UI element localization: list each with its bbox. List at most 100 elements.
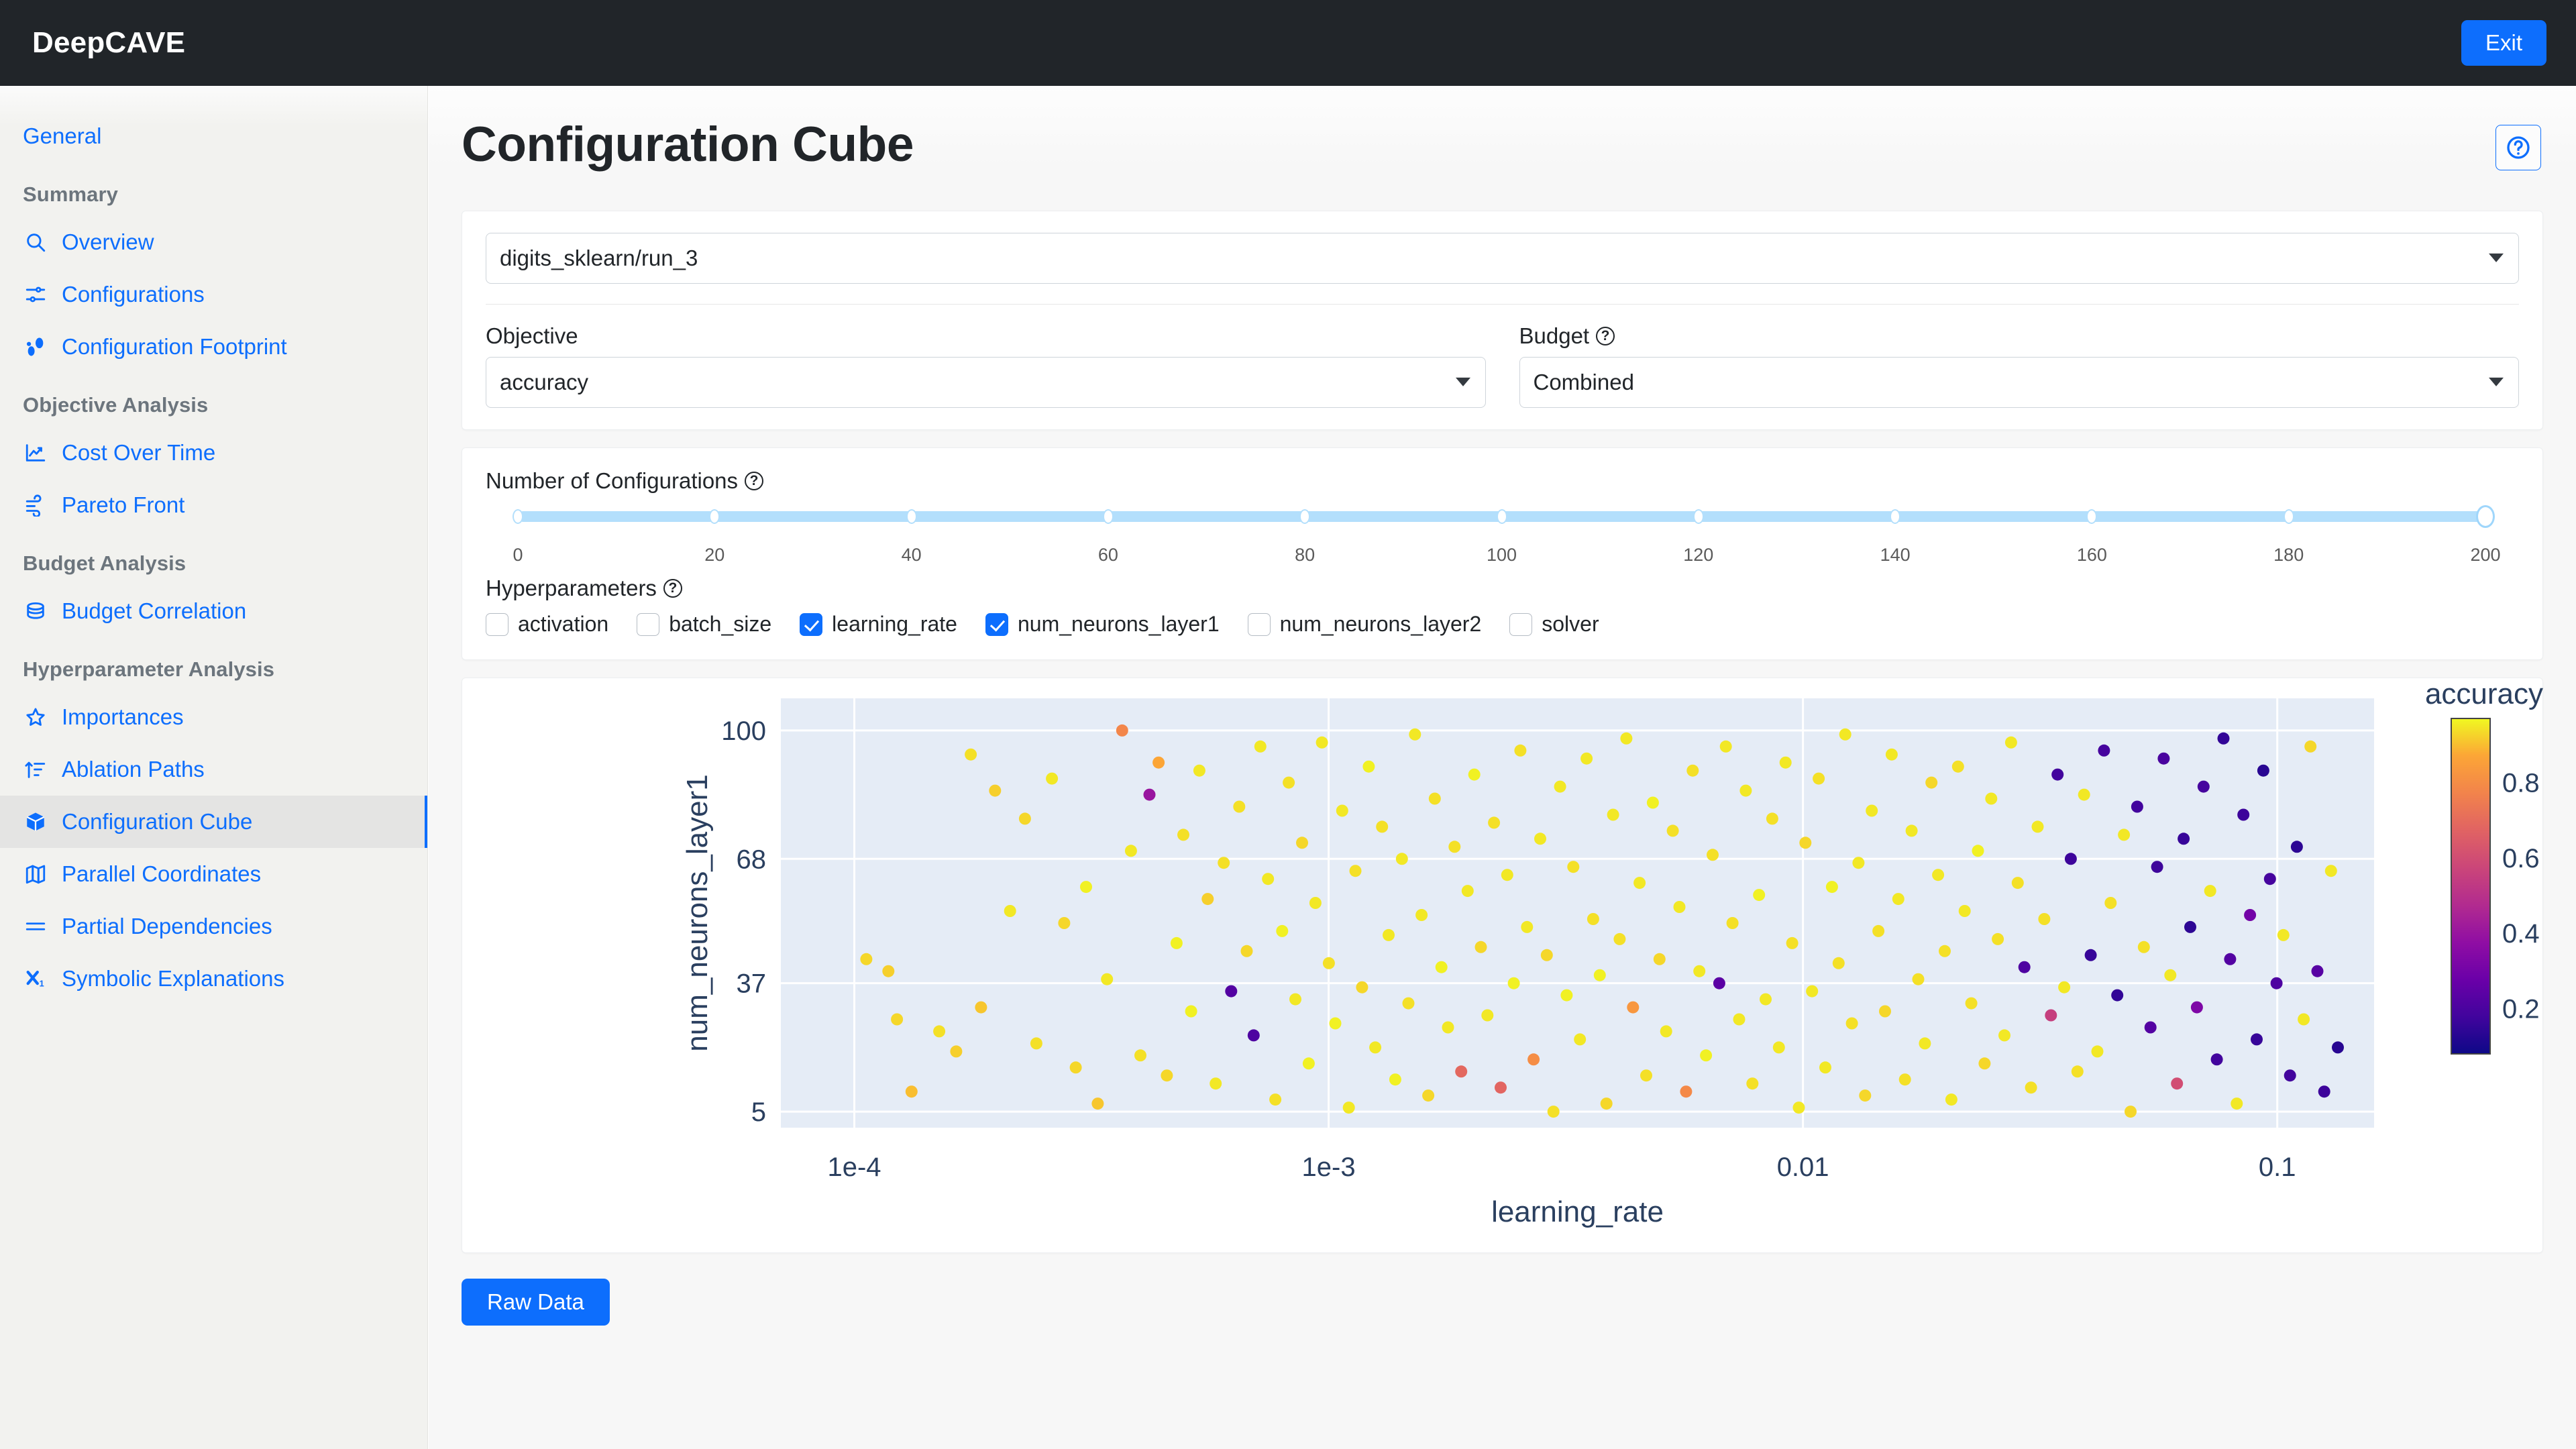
scatter-point[interactable] xyxy=(1481,1009,1494,1022)
scatter-point[interactable] xyxy=(2078,788,2090,801)
scatter-point[interactable] xyxy=(1972,845,1984,857)
scatter-point[interactable] xyxy=(1185,1005,1197,1018)
scatter-point[interactable] xyxy=(2332,1041,2344,1054)
scatter-point[interactable] xyxy=(1819,1061,1831,1074)
scatter-point[interactable] xyxy=(1336,804,1348,817)
scatter-point[interactable] xyxy=(2125,1106,2137,1118)
scatter-point[interactable] xyxy=(1978,1057,1991,1070)
scatter-point[interactable] xyxy=(1700,1049,1713,1062)
scatter-point[interactable] xyxy=(1193,764,1205,777)
scatter-point[interactable] xyxy=(2011,877,2024,890)
scatter-point[interactable] xyxy=(1733,1013,1746,1026)
scatter-point[interactable] xyxy=(2131,800,2143,813)
scatter-point[interactable] xyxy=(1362,760,1375,773)
scatter-point[interactable] xyxy=(1792,1102,1805,1114)
scatter-point[interactable] xyxy=(1389,1073,1401,1086)
sidebar-item-importances[interactable]: Importances xyxy=(0,691,427,743)
scatter-point[interactable] xyxy=(1567,861,1580,873)
scatter-point[interactable] xyxy=(1058,917,1071,929)
scatter-point[interactable] xyxy=(1322,957,1335,969)
sidebar-item-configurations[interactable]: Configurations xyxy=(0,268,427,321)
scatter-point[interactable] xyxy=(2091,1045,2104,1058)
scatter-point[interactable] xyxy=(1912,973,1925,985)
scatter-point[interactable] xyxy=(1161,1069,1173,1082)
scatter-point[interactable] xyxy=(1342,1102,1355,1114)
scatter-point[interactable] xyxy=(1540,949,1553,961)
sidebar-item-general[interactable]: General xyxy=(0,110,427,162)
scatter-point[interactable] xyxy=(2224,953,2237,965)
scatter-point[interactable] xyxy=(1276,924,1289,937)
help-hint-icon[interactable]: ? xyxy=(1596,327,1615,345)
scatter-point[interactable] xyxy=(2111,989,2124,1002)
slider-track[interactable] xyxy=(513,505,2495,528)
scatter-point[interactable] xyxy=(1839,728,1851,741)
scatter-point[interactable] xyxy=(2263,873,2276,885)
scatter-point[interactable] xyxy=(1719,740,1732,753)
scatter-point[interactable] xyxy=(1116,724,1128,737)
scatter-point[interactable] xyxy=(2290,841,2303,853)
scatter-point[interactable] xyxy=(1898,1073,1911,1086)
scatter-point[interactable] xyxy=(2244,909,2257,921)
scatter-point[interactable] xyxy=(2004,736,2017,749)
scatter-point[interactable] xyxy=(1919,1037,1931,1050)
scatter-point[interactable] xyxy=(1296,837,1308,849)
scatter-point[interactable] xyxy=(1501,869,1513,881)
scatter-point[interactable] xyxy=(2104,897,2117,909)
scatter-point[interactable] xyxy=(965,748,977,761)
checkbox-box[interactable] xyxy=(486,612,508,636)
scatter-point[interactable] xyxy=(905,1085,918,1098)
scatter-point[interactable] xyxy=(975,1001,987,1014)
scatter-point[interactable] xyxy=(2231,1097,2243,1110)
scatter-point[interactable] xyxy=(2217,732,2230,745)
scatter-point[interactable] xyxy=(1660,1025,1672,1038)
scatter-point[interactable] xyxy=(1143,788,1156,801)
scatter-point[interactable] xyxy=(1134,1049,1146,1062)
hyperparameter-checkbox-solver[interactable]: solver xyxy=(1509,612,1599,637)
scatter-point[interactable] xyxy=(2038,913,2051,925)
scatter-point[interactable] xyxy=(2277,928,2290,941)
checkbox-box[interactable] xyxy=(800,612,823,636)
scatter-point[interactable] xyxy=(1547,1106,1560,1118)
scatter-point[interactable] xyxy=(2164,969,2177,981)
scatter-point[interactable] xyxy=(1240,945,1253,957)
scatter-point[interactable] xyxy=(1395,853,1408,865)
scatter-point[interactable] xyxy=(1521,920,1534,933)
scatter-point[interactable] xyxy=(1965,997,1978,1010)
scatter-point[interactable] xyxy=(1507,977,1520,989)
checkbox-box[interactable] xyxy=(1509,612,1533,636)
sidebar-item-configuration-footprint[interactable]: Configuration Footprint xyxy=(0,321,427,373)
scatter-point[interactable] xyxy=(1069,1061,1082,1074)
scatter-point[interactable] xyxy=(2251,1033,2263,1046)
scatter-point[interactable] xyxy=(1613,932,1626,945)
help-button[interactable] xyxy=(2496,125,2541,170)
scatter-point[interactable] xyxy=(1201,893,1214,906)
raw-data-button[interactable]: Raw Data xyxy=(462,1279,610,1326)
scatter-point[interactable] xyxy=(950,1045,963,1058)
scatter-point[interactable] xyxy=(2118,828,2131,841)
scatter-point[interactable] xyxy=(1495,1081,1507,1094)
scatter-point[interactable] xyxy=(1225,985,1238,998)
scatter-point[interactable] xyxy=(1356,981,1368,994)
scatter-point[interactable] xyxy=(1852,857,1865,869)
scatter-point[interactable] xyxy=(1693,965,1706,977)
scatter-point[interactable] xyxy=(1620,732,1633,745)
scatter-point[interactable] xyxy=(1527,1053,1540,1066)
scatter-point[interactable] xyxy=(1316,736,1328,749)
scatter-point[interactable] xyxy=(1030,1037,1042,1050)
scatter-point[interactable] xyxy=(1653,953,1666,965)
scatter-point[interactable] xyxy=(1574,1033,1587,1046)
scatter-point[interactable] xyxy=(1813,772,1825,785)
scatter-point[interactable] xyxy=(2311,965,2324,977)
scatter-point[interactable] xyxy=(1210,1077,1222,1090)
scatter-point[interactable] xyxy=(1018,812,1031,825)
scatter-point[interactable] xyxy=(2018,961,2031,973)
scatter-point[interactable] xyxy=(1468,768,1481,781)
scatter-point[interactable] xyxy=(1514,744,1527,757)
scatter-point[interactable] xyxy=(1746,1077,1759,1090)
scatter-point[interactable] xyxy=(1892,893,1904,906)
scatter-point[interactable] xyxy=(1455,1065,1468,1078)
scatter-point[interactable] xyxy=(1402,997,1415,1010)
sidebar-item-pareto-front[interactable]: Pareto Front xyxy=(0,479,427,531)
scatter-point[interactable] xyxy=(1766,812,1778,825)
scatter-point[interactable] xyxy=(1091,1097,1104,1110)
